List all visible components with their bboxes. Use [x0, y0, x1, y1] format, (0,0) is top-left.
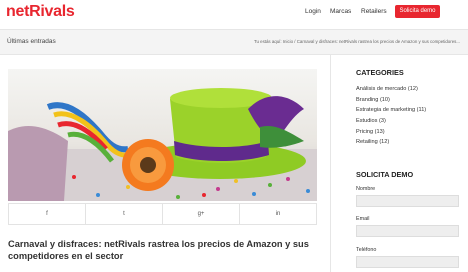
- twitter-icon: t: [123, 211, 125, 217]
- phone-label: Teléfono: [356, 247, 377, 253]
- netrivals-logo[interactable]: netRivals: [6, 3, 75, 21]
- page-subheader: Últimas entradas Tu estás aquí: Inicio /…: [0, 29, 468, 55]
- nav-login[interactable]: Login: [305, 8, 321, 15]
- google-plus-share-button[interactable]: g+: [163, 204, 240, 224]
- linkedin-share-button[interactable]: in: [240, 204, 316, 224]
- flower-graphic: [122, 139, 174, 191]
- category-item[interactable]: Estrategia de marketing (11): [356, 105, 426, 116]
- carnival-hat-image: [8, 88, 317, 201]
- post-title[interactable]: Carnaval y disfraces: netRivals rastrea …: [8, 238, 318, 262]
- twitter-share-button[interactable]: t: [86, 204, 163, 224]
- category-item[interactable]: Estudios (3): [356, 116, 426, 127]
- category-item[interactable]: Pricing (13): [356, 127, 426, 138]
- social-share-bar: f t g+ in: [8, 203, 317, 225]
- nav-marcas[interactable]: Marcas: [330, 8, 351, 15]
- category-item[interactable]: Análisis de mercado (12): [356, 84, 426, 95]
- facebook-icon: f: [46, 211, 48, 217]
- top-navigation: netRivals Login Marcas Retailers Solicit…: [0, 0, 468, 24]
- nav-retailers[interactable]: Retailers: [361, 8, 387, 15]
- email-label: Email: [356, 216, 370, 222]
- sidebar-divider: [330, 55, 331, 272]
- name-input[interactable]: [356, 195, 459, 207]
- email-input[interactable]: [356, 225, 459, 237]
- category-item[interactable]: Branding (10): [356, 95, 426, 106]
- category-item[interactable]: Retailing (12): [356, 137, 426, 148]
- categories-list: Análisis de mercado (12) Branding (10) E…: [356, 84, 426, 148]
- google-plus-icon: g+: [197, 211, 205, 217]
- phone-input[interactable]: [356, 256, 459, 268]
- request-demo-heading: SOLICITA DEMO: [356, 170, 414, 179]
- page-title: Últimas entradas: [7, 38, 56, 45]
- facebook-share-button[interactable]: f: [9, 204, 86, 224]
- request-demo-button[interactable]: Solicita demo: [395, 5, 440, 18]
- linkedin-icon: in: [275, 211, 281, 217]
- breadcrumb[interactable]: Tu estás aquí: Inicio / Carnaval y disfr…: [254, 39, 460, 44]
- categories-heading: CATEGORIES: [356, 68, 404, 77]
- name-label: Nombre: [356, 186, 376, 192]
- post-featured-image[interactable]: [8, 69, 317, 201]
